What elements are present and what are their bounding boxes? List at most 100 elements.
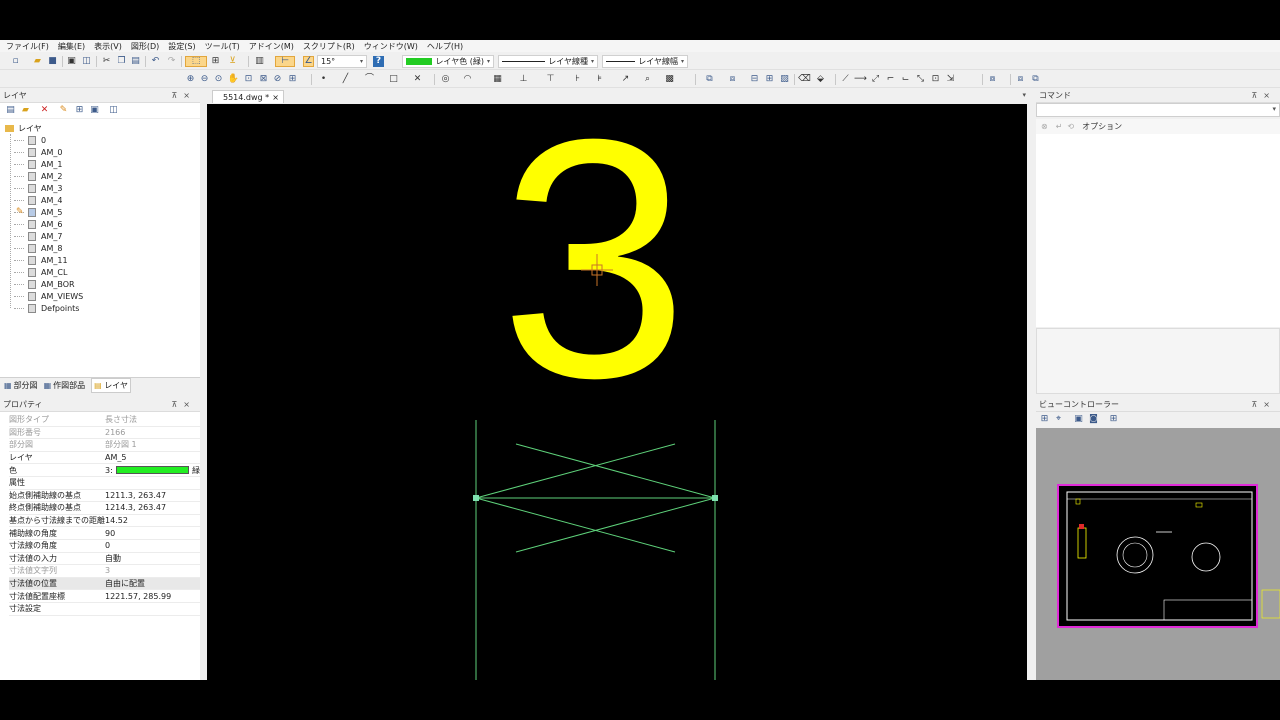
zoom-realtime-icon[interactable]: ⊙ xyxy=(213,74,224,85)
extend-icon[interactable]: ⟶ xyxy=(854,74,867,85)
layer-item[interactable]: AM_11 xyxy=(14,254,68,266)
new-layer-icon[interactable]: ▤ xyxy=(5,105,16,116)
document-tab[interactable]: 5514.dwg * × xyxy=(212,90,284,103)
layer-item[interactable]: AM_4 xyxy=(14,194,62,206)
break-icon[interactable]: ⊡ xyxy=(930,74,941,85)
help-icon[interactable]: ? xyxy=(373,56,384,67)
grip-point-start[interactable] xyxy=(473,495,479,501)
menu-addin[interactable]: アドイン(M) xyxy=(249,41,294,52)
layer-folder-icon[interactable]: ▰ xyxy=(20,105,31,116)
zoom-fit-icon[interactable]: ⌖ xyxy=(1053,414,1064,425)
property-row[interactable]: レイヤ AM_5 xyxy=(9,452,200,465)
drawing-canvas[interactable]: 3 xyxy=(207,104,1027,680)
drawing-svg[interactable]: 3 xyxy=(207,104,1027,680)
property-row[interactable]: 寸法設定 xyxy=(9,603,200,616)
erase-icon[interactable]: ⌫ xyxy=(798,74,811,85)
layer-item[interactable]: AM_CL xyxy=(14,266,67,278)
property-row[interactable]: 属性 xyxy=(9,477,200,490)
array-icon[interactable]: ⊞ xyxy=(764,74,775,85)
layer-tree-root[interactable]: レイヤ xyxy=(5,122,42,134)
layer-item[interactable]: AM_7 xyxy=(14,230,62,242)
menu-settings[interactable]: 設定(S) xyxy=(168,41,195,52)
circle-icon[interactable]: ◎ xyxy=(440,74,451,85)
enter-icon[interactable]: ↵ xyxy=(1056,122,1063,131)
fillet-icon[interactable]: ⌐ xyxy=(885,74,896,85)
undo-icon[interactable]: ⟲ xyxy=(1067,122,1074,131)
construction-line-icon[interactable]: ✕ xyxy=(412,74,423,85)
property-row[interactable]: 基点から寸法線までの距離 14.52 xyxy=(9,515,200,528)
table-icon[interactable]: ▩ xyxy=(664,74,675,85)
close-tab-icon[interactable]: × xyxy=(272,93,279,102)
hatch-icon[interactable]: ▦ xyxy=(492,74,503,85)
layer-item[interactable]: AM_3 xyxy=(14,182,62,194)
undo-icon[interactable]: ↶ xyxy=(150,56,161,67)
measure-icon[interactable]: ⌕ xyxy=(642,74,653,85)
layer-item[interactable]: AM_1 xyxy=(14,158,62,170)
chamfer-icon[interactable]: ⌙ xyxy=(900,74,911,85)
view-controller-preview[interactable] xyxy=(1036,428,1280,680)
layer-item[interactable]: AM_2 xyxy=(14,170,62,182)
redo-icon[interactable]: ↷ xyxy=(166,56,177,67)
window-select-icon[interactable]: ⊞ xyxy=(210,56,221,67)
layer-item[interactable]: ✎ AM_5 xyxy=(14,206,62,218)
property-row[interactable]: 色 3: 緑 xyxy=(9,464,200,477)
block-icon[interactable]: ⧇ xyxy=(987,74,998,85)
dimension-parallel-icon[interactable]: ⊤ xyxy=(545,74,556,85)
property-row[interactable]: 寸法線の角度 0 xyxy=(9,540,200,553)
grip-point-end[interactable] xyxy=(712,495,718,501)
angle-dropdown[interactable]: 15° ▾ xyxy=(317,55,367,68)
pan-icon[interactable]: ✋ xyxy=(228,74,239,85)
dimension-value-text[interactable]: 3 xyxy=(499,104,688,449)
linetype-dropdown[interactable]: レイヤ線種 ▾ xyxy=(498,55,598,68)
menu-help[interactable]: ヘルプ(H) xyxy=(427,41,463,52)
layer-filter-icon[interactable]: ▣ xyxy=(89,105,100,116)
property-row[interactable]: 補助線の角度 90 xyxy=(9,527,200,540)
ungroup-icon[interactable]: ⧉ xyxy=(1030,74,1041,85)
group-icon[interactable]: ⧈ xyxy=(1015,74,1026,85)
options-label[interactable]: オプション xyxy=(1082,121,1122,132)
menu-view[interactable]: 表示(V) xyxy=(94,41,122,52)
panel-controls[interactable]: ⊼× xyxy=(171,400,196,409)
set-current-layer-icon[interactable]: ✎ xyxy=(58,105,69,116)
menu-script[interactable]: スクリプト(R) xyxy=(303,41,355,52)
delete-layer-icon[interactable]: ✕ xyxy=(39,105,50,116)
layer-item[interactable]: Defpoints xyxy=(14,302,79,314)
view-frame-icon[interactable]: ▣ xyxy=(1073,414,1084,425)
dimension-geometry[interactable] xyxy=(475,420,716,680)
layer-item[interactable]: AM_8 xyxy=(14,242,62,254)
command-input[interactable]: ▾ xyxy=(1036,103,1280,117)
arc-icon[interactable]: ◠ xyxy=(462,74,473,85)
zoom-all-icon[interactable]: ⊞ xyxy=(287,74,298,85)
cut-icon[interactable]: ✂ xyxy=(101,56,112,67)
panel-controls[interactable]: ⊼× xyxy=(171,91,196,100)
property-row[interactable]: 寸法値配置座標 1221.57, 285.99 xyxy=(9,590,200,603)
angle-snap-icon[interactable]: ∠ xyxy=(303,56,314,67)
leader-icon[interactable]: ↗ xyxy=(620,74,631,85)
dimension-linear-icon[interactable]: ⊥ xyxy=(518,74,529,85)
open-folder-icon[interactable]: ▰ xyxy=(32,56,43,67)
property-row[interactable]: 部分図 部分図 1 xyxy=(9,439,200,452)
save-icon[interactable]: ■ xyxy=(47,56,58,67)
layer-item[interactable]: AM_BOR xyxy=(14,278,75,290)
tab-drawing-parts[interactable]: 作図部品 xyxy=(53,380,85,391)
rectangle-icon[interactable]: □ xyxy=(388,74,399,85)
menu-draw[interactable]: 図形(D) xyxy=(131,41,159,52)
view-grid-icon[interactable]: ⊞ xyxy=(1108,414,1119,425)
zoom-out-icon[interactable]: ⊖ xyxy=(199,74,210,85)
offset-icon[interactable]: ⤢ xyxy=(870,74,881,85)
grid-icon[interactable]: ▥ xyxy=(254,56,265,67)
paste-icon[interactable]: ▤ xyxy=(130,56,141,67)
polyline-icon[interactable]: ⌒ xyxy=(364,74,375,85)
dimension-baseline-icon[interactable]: ⊦ xyxy=(572,74,583,85)
zoom-in-icon[interactable]: ⊕ xyxy=(185,74,196,85)
layer-item[interactable]: 0 xyxy=(14,134,46,146)
ortho-mode-icon[interactable]: ⊢ xyxy=(275,56,295,67)
copy-object-icon[interactable]: ⧉ xyxy=(704,74,715,85)
tab-layer[interactable]: ▤ レイヤ xyxy=(91,377,131,393)
paint-icon[interactable]: ⬙ xyxy=(815,74,826,85)
layer-state-icon[interactable]: ⊞ xyxy=(74,105,85,116)
mirror-icon[interactable]: ⊟ xyxy=(749,74,760,85)
property-row[interactable]: 終点側補助線の基点 1214.3, 263.47 xyxy=(9,502,200,515)
select-mode-icon[interactable]: ⬚ xyxy=(185,56,207,67)
layer-properties-icon[interactable]: ◫ xyxy=(108,105,119,116)
